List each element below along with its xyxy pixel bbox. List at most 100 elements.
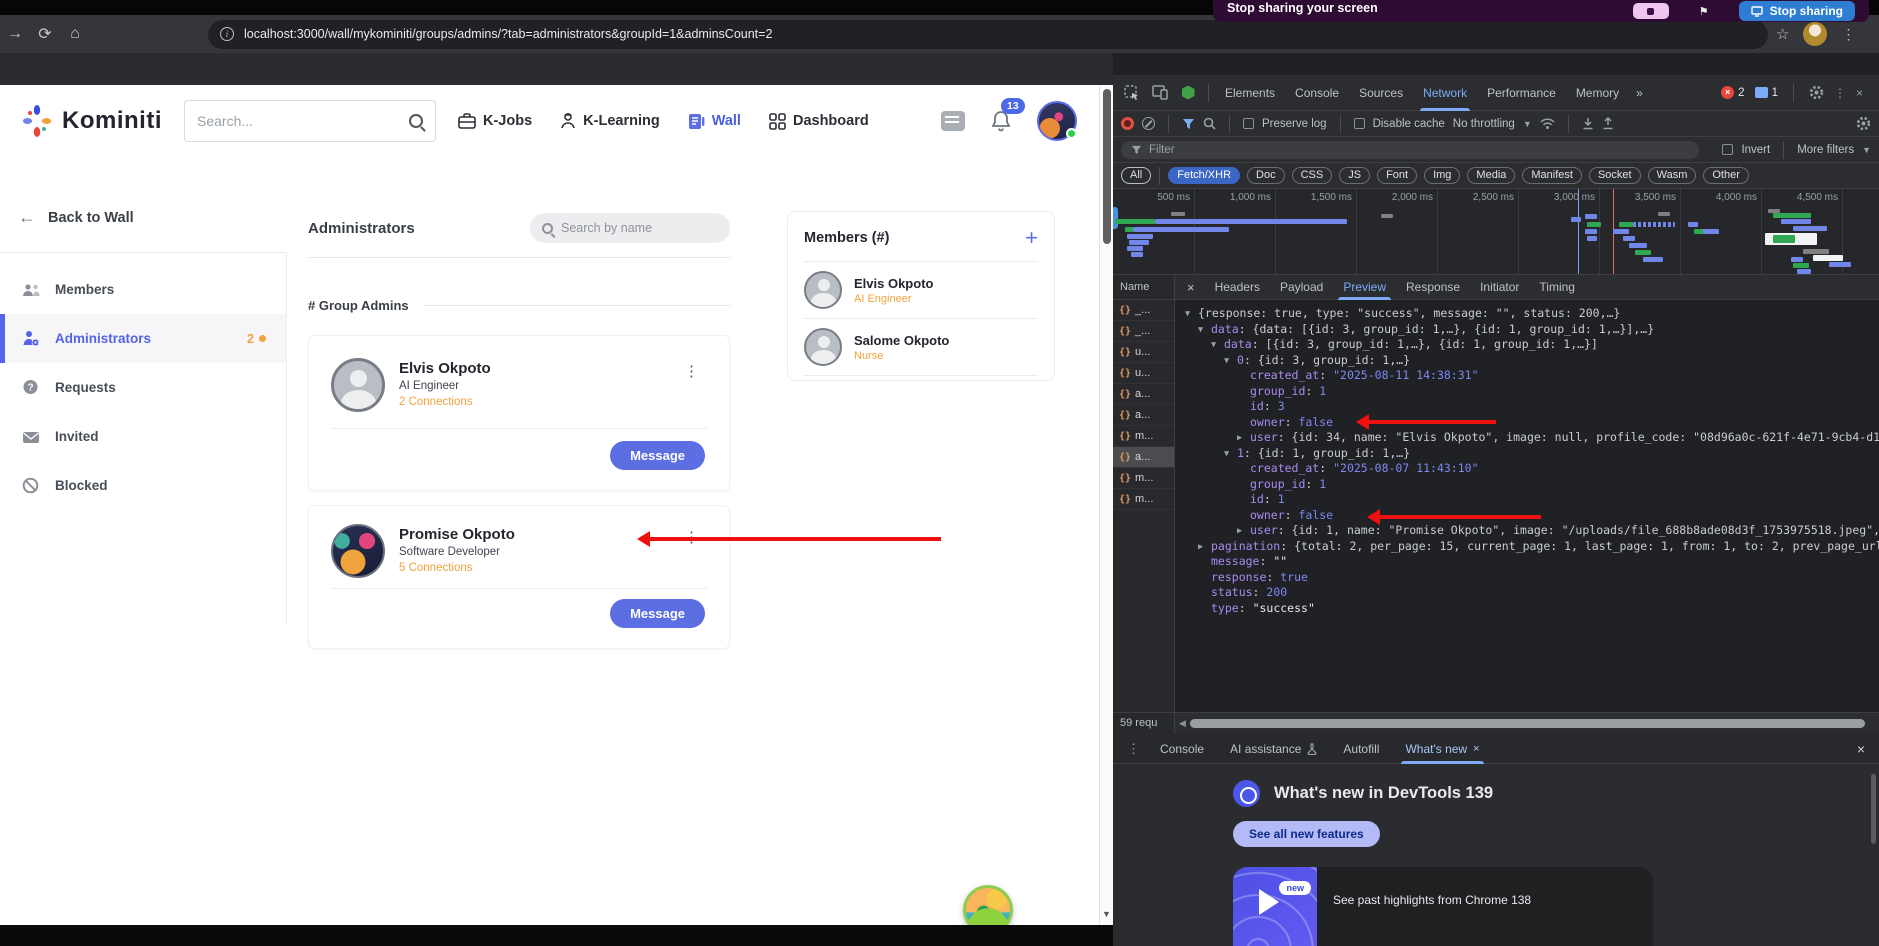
json-line[interactable]: ▼ 1: {id: 1, group_id: 1,…}	[1185, 446, 1879, 462]
request-row[interactable]: {} a...	[1113, 447, 1174, 468]
request-row[interactable]: {} m...	[1113, 489, 1174, 510]
global-search[interactable]	[184, 100, 436, 142]
admin-connections[interactable]: 5 Connections	[399, 562, 515, 574]
nav-k-learning[interactable]: K-Learning	[560, 112, 660, 130]
json-line[interactable]: ▶ pagination: {total: 2, per_page: 15, cu…	[1185, 539, 1879, 555]
json-line[interactable]: ▶ user: {id: 1, name: "Promise Okpoto", i…	[1185, 523, 1879, 539]
device-toolbar-icon[interactable]	[1147, 85, 1173, 100]
page-scrollbar[interactable]: ▼	[1099, 85, 1113, 925]
detail-tab-response[interactable]: Response	[1396, 275, 1470, 300]
sidebar-item-administrators[interactable]: Administrators 2	[0, 314, 286, 363]
nav-k-jobs[interactable]: K-Jobs	[458, 112, 532, 130]
json-preview[interactable]: ▼ {response: true, type: "success", messa…	[1175, 300, 1879, 712]
drawer-tab-ai-assistance[interactable]: AI assistance	[1218, 734, 1329, 764]
card-menu-icon[interactable]: ⋮	[676, 524, 707, 578]
chat-icon[interactable]	[941, 111, 965, 131]
nav-dashboard[interactable]: Dashboard	[769, 112, 869, 130]
inspect-element-icon[interactable]	[1119, 84, 1145, 101]
json-line[interactable]: id: 1	[1185, 492, 1879, 508]
network-settings-gear-icon[interactable]	[1856, 116, 1871, 131]
expand-arrow-icon[interactable]: ▶	[1237, 526, 1250, 536]
scrollbar-thumb[interactable]	[1103, 89, 1111, 244]
json-line[interactable]: created_at: "2025-08-07 11:43:10"	[1185, 461, 1879, 477]
chip-js[interactable]: JS	[1339, 167, 1371, 184]
chip-manifest[interactable]: Manifest	[1522, 167, 1582, 184]
expand-arrow-icon[interactable]: ▼	[1224, 356, 1237, 366]
drawer-scrollbar-thumb[interactable]	[1871, 774, 1876, 844]
share-hide-icon[interactable]: ⚑	[1691, 5, 1717, 18]
extension-hexagon-icon[interactable]	[1175, 85, 1201, 100]
json-line[interactable]: ▼ {response: true, type: "success", messa…	[1185, 306, 1879, 322]
bookmark-star-icon[interactable]: ☆	[1776, 25, 1789, 43]
request-row[interactable]: {} m...	[1113, 426, 1174, 447]
invert-label[interactable]: Invert	[1741, 144, 1770, 156]
request-row[interactable]: {} u...	[1113, 342, 1174, 363]
json-line[interactable]: response: true	[1185, 570, 1879, 586]
request-row[interactable]: {} u...	[1113, 363, 1174, 384]
chip-socket[interactable]: Socket	[1588, 167, 1641, 184]
horizontal-scrollbar[interactable]: ◀	[1175, 713, 1879, 734]
drawer-menu-icon[interactable]: ⋮	[1121, 741, 1146, 757]
json-line[interactable]: created_at: "2025-08-11 14:38:31"	[1185, 368, 1879, 384]
drawer-close-icon[interactable]: ×	[1857, 741, 1871, 757]
message-button[interactable]: Message	[610, 441, 705, 470]
scroll-left-arrow[interactable]: ◀	[1175, 718, 1190, 729]
json-line[interactable]: ▼ data: [{id: 3, group_id: 1,…}, {id: 1, …	[1185, 337, 1879, 353]
devtools-settings-gear-icon[interactable]	[1809, 85, 1824, 100]
message-button[interactable]: Message	[610, 599, 705, 628]
browser-profile-avatar[interactable]	[1803, 22, 1828, 46]
invert-checkbox[interactable]	[1722, 144, 1734, 155]
address-bar[interactable]: i localhost:3000/wall/mykominiti/groups/…	[208, 19, 1768, 49]
request-row[interactable]: {} _...	[1113, 321, 1174, 342]
request-row[interactable]: {} m...	[1113, 468, 1174, 489]
admin-connections[interactable]: 2 Connections	[399, 396, 491, 408]
timeline-handle[interactable]	[1113, 207, 1118, 229]
sidebar-item-invited[interactable]: Invited	[0, 412, 286, 461]
export-har-icon[interactable]	[1602, 117, 1614, 130]
notifications-bell[interactable]: 13	[991, 98, 1025, 132]
json-line[interactable]: group_id: 1	[1185, 384, 1879, 400]
chip-font[interactable]: Font	[1377, 167, 1418, 184]
scroll-down-arrow[interactable]: ▼	[1102, 909, 1111, 919]
share-pink-button[interactable]	[1632, 3, 1669, 19]
url-text[interactable]: localhost:3000/wall/mykominiti/groups/ad…	[244, 27, 772, 41]
network-search-icon[interactable]	[1203, 117, 1216, 130]
site-info-icon[interactable]: i	[220, 27, 234, 41]
tab-network[interactable]: Network	[1414, 75, 1476, 111]
expand-arrow-icon[interactable]: ▼	[1211, 340, 1224, 350]
close-tab-icon[interactable]: ×	[1473, 734, 1479, 764]
back-to-wall[interactable]: ← Back to Wall	[18, 207, 134, 228]
browser-menu-icon[interactable]: ⋮	[1841, 26, 1855, 43]
add-member-icon[interactable]: +	[1025, 225, 1038, 251]
request-row[interactable]: {} a...	[1113, 384, 1174, 405]
json-line[interactable]: ▼ 0: {id: 3, group_id: 1,…}	[1185, 353, 1879, 369]
expand-arrow-icon[interactable]: ▼	[1224, 449, 1237, 459]
json-line[interactable]: ▼ data: {data: [{id: 3, group_id: 1,…}, {…	[1185, 322, 1879, 338]
json-line[interactable]: id: 3	[1185, 399, 1879, 415]
request-row[interactable]: {} a...	[1113, 405, 1174, 426]
drawer-tab-whats-new[interactable]: What's new ×	[1393, 734, 1491, 764]
record-icon[interactable]	[1121, 117, 1134, 130]
stop-sharing-button[interactable]: Stop sharing	[1738, 1, 1855, 21]
chip-doc[interactable]: Doc	[1247, 167, 1285, 184]
expand-arrow-icon[interactable]: ▶	[1198, 542, 1211, 552]
global-search-input[interactable]	[197, 113, 409, 129]
network-conditions-icon[interactable]	[1540, 117, 1555, 130]
more-tabs-icon[interactable]: »	[1630, 86, 1649, 100]
error-count[interactable]: × 2	[1721, 86, 1745, 99]
detail-tab-payload[interactable]: Payload	[1270, 275, 1333, 300]
card-menu-icon[interactable]: ⋮	[676, 358, 707, 412]
json-line[interactable]: type: "success"	[1185, 601, 1879, 617]
detail-tab-preview[interactable]: Preview	[1333, 275, 1396, 300]
drawer-tab-autofill[interactable]: Autofill	[1331, 734, 1391, 764]
sidebar-item-requests[interactable]: ? Requests	[0, 363, 286, 412]
tab-memory[interactable]: Memory	[1567, 75, 1628, 111]
preserve-log-label[interactable]: Preserve log	[1262, 118, 1327, 130]
expand-arrow-icon[interactable]: ▶	[1237, 433, 1250, 443]
tab-elements[interactable]: Elements	[1216, 75, 1284, 111]
disable-cache-checkbox[interactable]	[1353, 118, 1365, 129]
chip-wasm[interactable]: Wasm	[1647, 167, 1697, 184]
tab-console[interactable]: Console	[1286, 75, 1348, 111]
json-line[interactable]: message: ""	[1185, 554, 1879, 570]
home-icon[interactable]: ⌂	[60, 25, 90, 43]
